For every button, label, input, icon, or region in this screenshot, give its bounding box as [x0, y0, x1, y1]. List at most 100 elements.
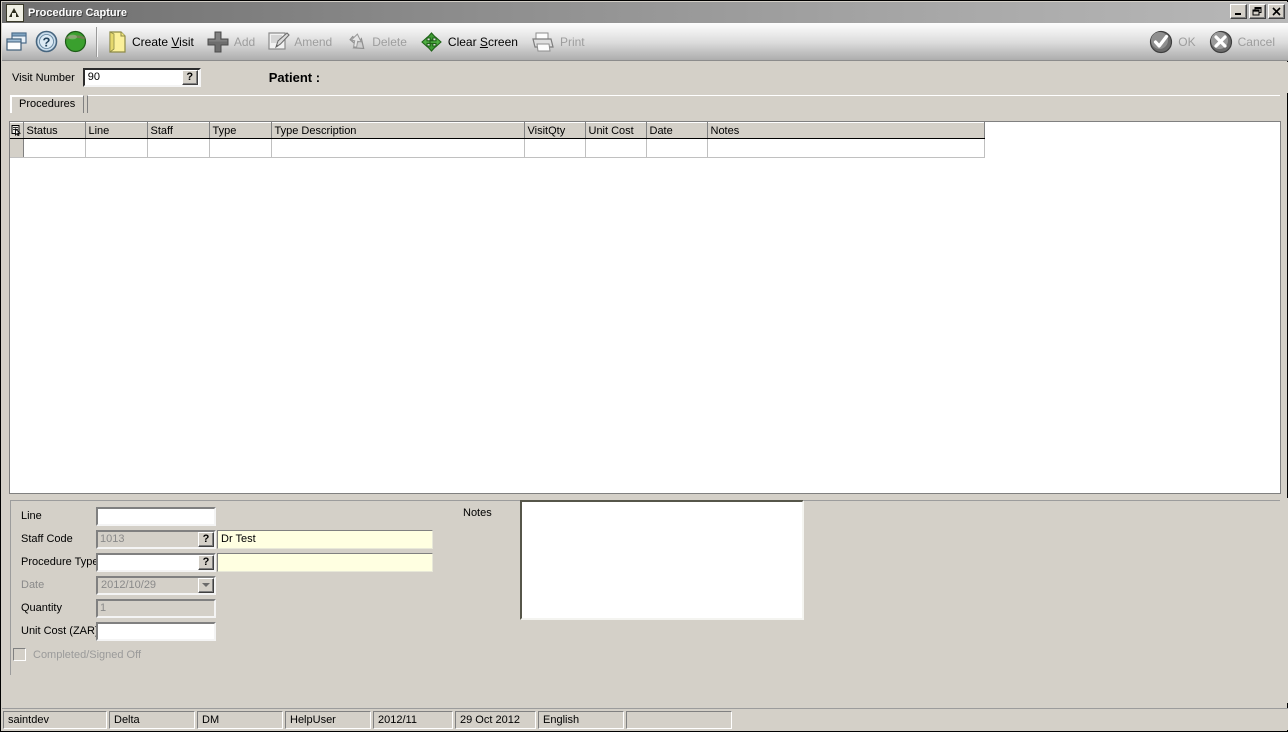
grid-header-row: Status Line Staff Type Type Description …	[10, 122, 985, 139]
cell-notes[interactable]	[707, 138, 985, 158]
help-question-icon[interactable]: ?	[32, 23, 61, 60]
delete-button[interactable]: Delete	[341, 23, 416, 60]
print-button[interactable]: Print	[527, 23, 594, 60]
completed-signed-off-label: Completed/Signed Off	[33, 648, 142, 661]
window-title: Procedure Capture	[28, 6, 128, 19]
quantity-input[interactable]	[96, 598, 216, 618]
visit-number-field[interactable]: ?	[82, 68, 201, 87]
date-label: Date	[21, 579, 45, 591]
procedure-type-description	[217, 552, 433, 572]
quantity-label: Quantity	[21, 602, 62, 614]
completed-signed-off-row: Completed/Signed Off	[13, 648, 141, 661]
status-server: saintdev	[3, 710, 107, 729]
status-language: English	[538, 710, 624, 729]
quantity-row: Quantity	[10, 598, 216, 618]
procedure-type-label: Procedure Type	[21, 556, 99, 568]
visit-number-lookup-button[interactable]: ?	[181, 70, 198, 85]
staff-code-lookup-button[interactable]: ?	[198, 531, 214, 547]
add-label: Add	[233, 34, 256, 49]
green-globe-icon[interactable]	[61, 23, 90, 60]
delete-label: Delete	[372, 34, 407, 49]
staff-code-field[interactable]: ?	[96, 529, 216, 549]
procedure-capture-window: Procedure Capture ? Create Visit Add Ame…	[0, 0, 1288, 732]
staff-code-label: Staff Code	[21, 533, 73, 545]
procedure-type-row: Procedure Type ?	[10, 552, 433, 572]
minimize-button[interactable]	[1230, 4, 1247, 19]
cell-type[interactable]	[209, 138, 272, 158]
unit-cost-input[interactable]	[96, 621, 216, 641]
ok-button[interactable]: OK	[1145, 23, 1204, 60]
window-controls	[1230, 4, 1285, 19]
status-bar: saintdev Delta DM HelpUser 2012/11 29 Oc…	[2, 708, 1288, 730]
status-module: DM	[197, 710, 283, 729]
toolbar-separator	[96, 26, 98, 57]
unit-cost-row: Unit Cost (ZAR)	[10, 621, 216, 641]
staff-code-input[interactable]	[98, 531, 198, 547]
procedure-type-input[interactable]	[98, 554, 198, 570]
status-user: HelpUser	[285, 710, 371, 729]
visit-header-row: Visit Number ? Patient :	[2, 62, 1288, 93]
grid-col-line[interactable]: Line	[85, 122, 148, 139]
line-input[interactable]	[96, 506, 216, 526]
status-extra	[626, 710, 732, 729]
cancel-button[interactable]: Cancel	[1205, 23, 1284, 60]
completed-signed-off-checkbox[interactable]	[13, 648, 26, 661]
patient-label: Patient :	[268, 70, 321, 85]
toolbar-left-icons: ?	[2, 23, 90, 60]
staff-code-description: Dr Test	[217, 529, 433, 549]
cascade-windows-icon[interactable]	[2, 23, 32, 60]
notes-label: Notes	[463, 507, 492, 519]
close-button[interactable]	[1268, 4, 1285, 19]
cell-staff[interactable]	[147, 138, 210, 158]
visit-number-input[interactable]	[84, 70, 182, 85]
procedure-type-field[interactable]: ?	[96, 552, 216, 572]
app-triangle-icon	[6, 3, 24, 22]
procedures-grid-panel: Status Line Staff Type Type Description …	[9, 121, 1281, 494]
grid-col-type[interactable]: Type	[209, 122, 272, 139]
add-button[interactable]: Add	[203, 23, 264, 60]
date-picker[interactable]: 2012/10/29	[96, 575, 216, 595]
clear-screen-button[interactable]: Clear Screen	[416, 23, 527, 60]
row-header-cell[interactable]	[10, 138, 24, 158]
title-bar: Procedure Capture	[2, 2, 1288, 23]
chevron-down-icon[interactable]	[198, 577, 214, 593]
grid-col-visitqty[interactable]: VisitQty	[524, 122, 586, 139]
amend-label: Amend	[294, 34, 333, 49]
grid-col-notes[interactable]: Notes	[707, 122, 985, 139]
visit-number-label: Visit Number	[12, 71, 75, 84]
amend-button[interactable]: Amend	[264, 23, 341, 60]
status-period: 2012/11	[373, 710, 453, 729]
clear-screen-label: Clear Screen	[447, 34, 518, 49]
status-date: 29 Oct 2012	[455, 710, 536, 729]
cancel-label: Cancel	[1237, 34, 1275, 49]
create-visit-button[interactable]: Create Visit	[104, 23, 203, 60]
tab-strip-filler	[87, 95, 1280, 113]
select-all-corner[interactable]	[10, 122, 24, 139]
grid-col-staff[interactable]: Staff	[147, 122, 210, 139]
table-row[interactable]	[10, 138, 985, 158]
select-all-icon	[11, 125, 22, 137]
grid-col-unit-cost[interactable]: Unit Cost	[585, 122, 647, 139]
cell-unit-cost[interactable]	[585, 138, 647, 158]
grid-col-date[interactable]: Date	[646, 122, 708, 139]
grid-col-type-description[interactable]: Type Description	[271, 122, 525, 139]
cell-status[interactable]	[23, 138, 86, 158]
status-database: Delta	[109, 710, 195, 729]
procedure-type-lookup-button[interactable]: ?	[198, 554, 214, 570]
cell-visitqty[interactable]	[524, 138, 586, 158]
grid-col-status[interactable]: Status	[23, 122, 86, 139]
restore-button[interactable]	[1249, 4, 1266, 19]
toolbar: ? Create Visit Add Amend Delete Clear Sc…	[2, 23, 1288, 61]
toolbar-right-group: OK Cancel	[1145, 23, 1284, 60]
cell-date[interactable]	[646, 138, 708, 158]
ok-label: OK	[1178, 34, 1196, 49]
create-visit-label: Create Visit	[132, 34, 194, 49]
cell-type-description[interactable]	[271, 138, 525, 158]
procedures-grid: Status Line Staff Type Type Description …	[10, 122, 985, 158]
cell-line[interactable]	[85, 138, 148, 158]
notes-textarea[interactable]	[520, 500, 804, 620]
unit-cost-label: Unit Cost (ZAR)	[21, 625, 99, 637]
date-row: Date 2012/10/29	[10, 575, 216, 595]
tab-procedures[interactable]: Procedures	[10, 95, 85, 113]
date-value: 2012/10/29	[101, 579, 157, 591]
